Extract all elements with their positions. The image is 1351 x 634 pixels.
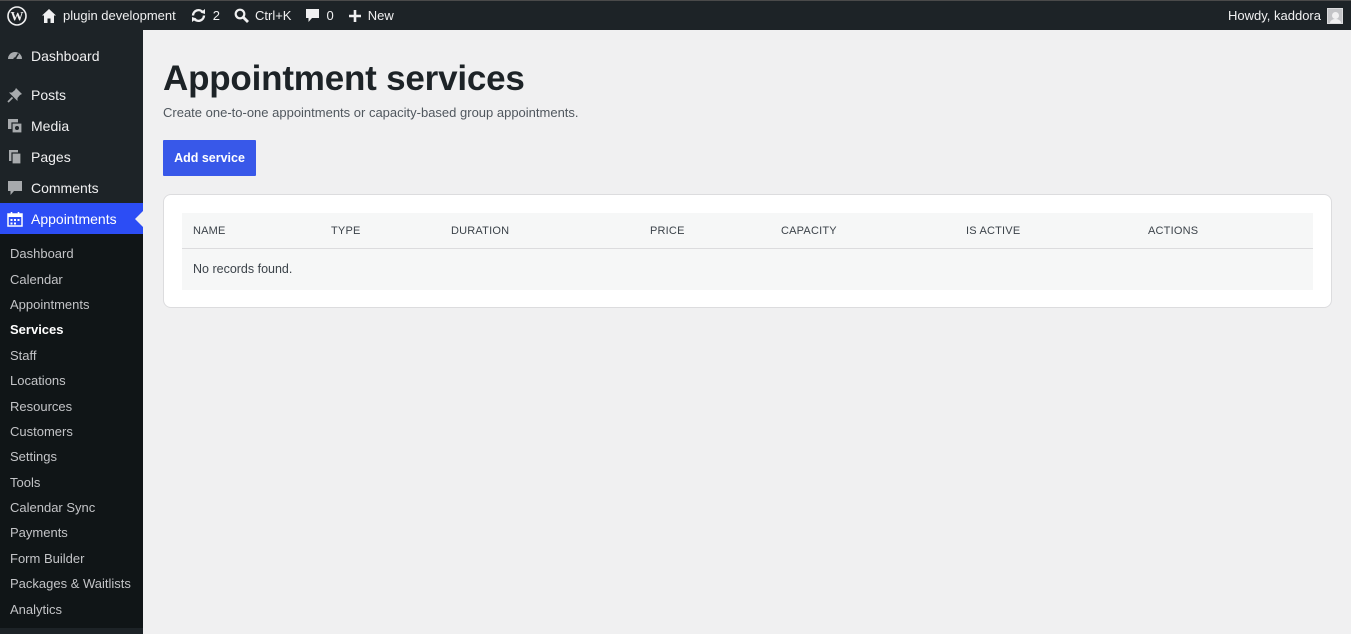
menu-item-pages[interactable]: Pages	[0, 141, 143, 172]
column-header-price[interactable]: PRICE	[650, 225, 685, 237]
updates-count: 2	[212, 8, 220, 23]
updates-link[interactable]: 2	[183, 1, 227, 31]
pin-icon	[7, 87, 22, 103]
site-name: plugin development	[63, 8, 176, 23]
empty-state-message: No records found.	[193, 262, 293, 276]
services-table: NAME TYPE DURATION PRICE CAPACITY IS ACT…	[182, 213, 1313, 290]
submenu-item-staff[interactable]: Staff	[0, 343, 143, 368]
column-header-type[interactable]: TYPE	[331, 225, 361, 237]
wordpress-menu[interactable]: W	[0, 1, 34, 31]
plus-icon	[348, 9, 361, 22]
table-header: NAME TYPE DURATION PRICE CAPACITY IS ACT…	[182, 213, 1313, 249]
submenu-item-resources[interactable]: Resources	[0, 393, 143, 418]
page-subtitle: Create one-to-one appointments or capaci…	[163, 105, 579, 120]
admin-bar: W plugin development 2 Ctrl+K 0 New Howd…	[0, 0, 1351, 30]
submenu-item-calendar-sync[interactable]: Calendar Sync	[0, 495, 143, 520]
menu-label-posts: Posts	[31, 86, 67, 103]
submenu-item-packages-waitlists[interactable]: Packages & Waitlists	[0, 571, 143, 596]
submenu-item-dashboard[interactable]: Dashboard	[0, 241, 143, 266]
submenu-item-payments[interactable]: Payments	[0, 520, 143, 545]
search-shortcut: Ctrl+K	[254, 8, 292, 23]
menu-item-media[interactable]: Media	[0, 110, 143, 141]
new-content-link[interactable]: New	[341, 1, 401, 31]
column-header-duration[interactable]: DURATION	[451, 225, 509, 237]
menu-item-comments[interactable]: Comments	[0, 172, 143, 203]
admin-sidebar: Dashboard Posts Media Pages Comments App…	[0, 30, 143, 634]
submenu-item-customers[interactable]: Customers	[0, 419, 143, 444]
media-icon	[8, 118, 23, 134]
site-name-link[interactable]: plugin development	[34, 1, 183, 31]
menu-label-appointments: Appointments	[31, 210, 117, 227]
menu-label-pages: Pages	[31, 148, 71, 165]
wordpress-logo-icon: W	[7, 5, 27, 26]
column-header-capacity[interactable]: CAPACITY	[781, 225, 837, 237]
submenu-item-settings[interactable]: Settings	[0, 444, 143, 469]
column-header-actions: ACTIONS	[1148, 225, 1199, 237]
column-header-is-active[interactable]: IS ACTIVE	[966, 225, 1020, 237]
updates-icon	[191, 8, 205, 23]
submenu-item-services[interactable]: Services	[0, 317, 143, 342]
menu-item-posts[interactable]: Posts	[0, 79, 143, 110]
menu-label-comments: Comments	[31, 179, 99, 196]
my-account-link[interactable]: Howdy, kaddora	[1221, 1, 1351, 31]
submenu-item-form-builder[interactable]: Form Builder	[0, 546, 143, 571]
greeting: Howdy, kaddora	[1228, 8, 1321, 23]
comments-link[interactable]: 0	[298, 1, 340, 31]
menu-label-dashboard: Dashboard	[31, 48, 100, 64]
column-header-name[interactable]: NAME	[193, 225, 226, 237]
add-service-button[interactable]: Add service	[163, 140, 256, 176]
submenu-item-locations[interactable]: Locations	[0, 368, 143, 393]
svg-text:W: W	[11, 8, 24, 23]
calendar-icon	[7, 211, 23, 227]
submenu-item-calendar[interactable]: Calendar	[0, 266, 143, 291]
comments-count: 0	[326, 8, 334, 23]
home-icon	[42, 8, 56, 23]
command-palette-link[interactable]: Ctrl+K	[227, 1, 298, 31]
appointments-submenu: Dashboard Calendar Appointments Services Sta…	[0, 234, 143, 628]
submenu-item-analytics[interactable]: Analytics	[0, 596, 143, 621]
menu-item-appointments[interactable]: Appointments	[0, 203, 143, 234]
submenu-item-tools[interactable]: Tools	[0, 470, 143, 495]
services-card: NAME TYPE DURATION PRICE CAPACITY IS ACT…	[163, 194, 1332, 308]
dashboard-icon	[8, 52, 22, 61]
submenu-item-appointments[interactable]: Appointments	[0, 292, 143, 317]
pages-icon	[9, 149, 22, 165]
avatar	[1327, 7, 1343, 24]
menu-label-media: Media	[31, 117, 70, 134]
menu-item-dashboard[interactable]: Dashboard	[0, 39, 143, 73]
page-title: Appointment services	[163, 59, 525, 98]
search-icon	[234, 8, 249, 23]
comments-icon	[8, 180, 22, 195]
new-label: New	[367, 8, 394, 23]
comment-icon	[306, 9, 320, 22]
